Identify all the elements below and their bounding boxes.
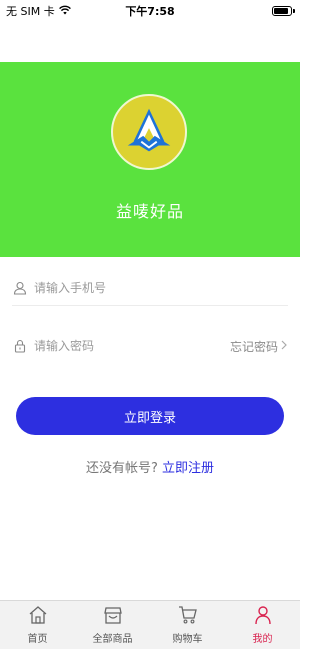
register-row: 还没有帐号? 立即注册 [0,457,300,476]
home-icon [28,605,48,628]
lock-icon [12,338,28,354]
phone-input[interactable] [34,280,288,295]
battery-icon [272,6,295,16]
store-icon [103,605,123,628]
user-icon [253,605,273,628]
tab-all-products[interactable]: 全部商品 [75,601,150,649]
login-button[interactable]: 立即登录 [16,397,284,435]
battery-level [274,8,288,14]
cart-icon [178,605,198,628]
chevron-right-icon [280,339,288,353]
user-icon [12,280,28,296]
tab-bar: 首页 全部商品 购物车 我的 [0,600,300,649]
password-field[interactable]: 忘记密码 [12,328,288,364]
wifi-icon [58,5,71,18]
register-prompt: 还没有帐号? [85,461,158,476]
brand-name: 益唛好品 [115,202,184,221]
status-bar: 无 SIM 卡 下午7:58 [0,0,300,22]
tab-home[interactable]: 首页 [0,601,75,649]
tab-cart-label: 购物车 [172,634,203,645]
brand-logo-icon [111,94,187,170]
forgot-password-link[interactable]: 忘记密码 [230,338,288,355]
forgot-password-label: 忘记密码 [229,339,278,354]
password-input[interactable] [34,339,230,353]
tab-home-label: 首页 [27,634,48,645]
register-link[interactable]: 立即注册 [162,461,214,476]
tab-mine[interactable]: 我的 [225,601,300,649]
tab-mine-label: 我的 [252,634,273,645]
tab-cart[interactable]: 购物车 [150,601,225,649]
phone-field[interactable] [12,270,288,306]
status-left: 无 SIM 卡 [6,3,71,19]
tab-all-products-label: 全部商品 [92,634,133,645]
carrier-label: 无 SIM 卡 [6,5,55,18]
